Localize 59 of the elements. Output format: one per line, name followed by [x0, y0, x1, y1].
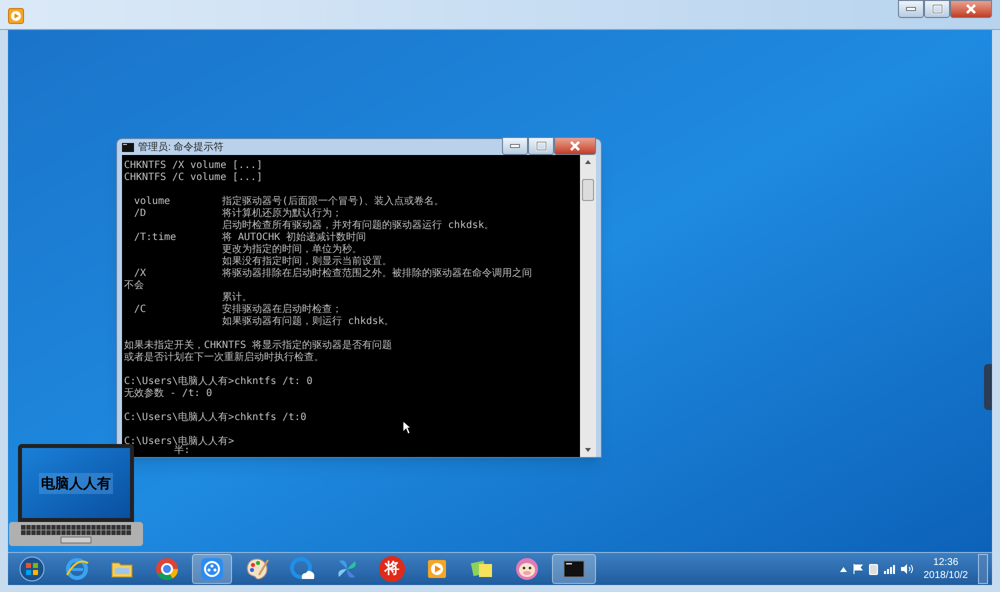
play-icon	[8, 8, 24, 24]
show-desktop-button[interactable]	[978, 554, 988, 584]
option-name: /D	[134, 208, 146, 219]
close-button[interactable]	[554, 137, 596, 155]
minimize-icon	[510, 144, 520, 148]
flag-icon[interactable]	[852, 564, 862, 574]
console-line: 不会	[124, 280, 144, 292]
console-line: CHKNTFS /C volume [...]	[124, 172, 262, 184]
signal-icon[interactable]	[884, 564, 894, 574]
option-description: 更改为指定的时间，单位为秒。	[222, 244, 362, 256]
phone-icon[interactable]	[868, 564, 878, 574]
console-line: 无效参数 - /t: 0	[124, 388, 212, 400]
minimize-button[interactable]	[502, 137, 528, 155]
window-title: 管理员: 命令提示符	[138, 140, 224, 154]
option-name: /X	[134, 268, 146, 279]
input-method-text: 半:	[174, 445, 190, 457]
video-app-icon	[198, 555, 226, 583]
taskbar-button[interactable]: 将	[379, 556, 405, 582]
console-icon	[122, 142, 134, 152]
option-description: 安排驱动器在启动时检查；	[222, 304, 342, 316]
option-name: /C	[134, 304, 146, 315]
console-line: C:\Users\电脑人人有>	[124, 436, 234, 447]
chrome-icon	[153, 555, 181, 583]
logo-text: 电脑人人有	[39, 472, 113, 494]
browser-icon	[63, 555, 91, 583]
mouse-cursor-icon	[402, 420, 412, 435]
maximize-icon	[932, 4, 942, 14]
speaker-icon[interactable]	[900, 564, 914, 574]
minimize-icon	[906, 7, 916, 11]
console-line: C:\Users\电脑人人有>chkntfs /t: 0	[124, 376, 312, 388]
minimize-button[interactable]	[898, 0, 924, 18]
option-description: 指定驱动器号(后面跟一个冒号)、装入点或卷名。	[222, 196, 444, 208]
cow-face-icon	[513, 555, 541, 583]
option-description: 将计算机还原为默认行为；	[222, 208, 342, 220]
option-description: 启动时检查所有驱动器，并对有问题的驱动器运行 chkdsk。	[222, 220, 494, 232]
close-button[interactable]	[950, 0, 992, 18]
console-line: C:\Users\电脑人人有>chkntfs /t:0	[124, 412, 306, 424]
maximize-icon	[536, 141, 546, 151]
option-description: 将 AUTOCHK 初始递减计数时间	[222, 232, 366, 244]
taskbar-button[interactable]	[552, 554, 596, 584]
close-icon	[570, 141, 580, 151]
scrollbar[interactable]	[580, 155, 596, 457]
scroll-thumb[interactable]	[582, 179, 594, 201]
option-description: 将驱动器排除在启动时检查范围之外。被排除的驱动器在命令调用之间	[222, 268, 532, 280]
clock-date[interactable]: 2018/10/2	[924, 569, 968, 582]
side-handle[interactable]	[984, 364, 992, 410]
option-description: 累计。	[222, 292, 252, 304]
option-description: 如果驱动器有问题，则运行 chkdsk。	[222, 316, 394, 328]
maximize-button[interactable]	[528, 137, 554, 155]
option-name: volume	[134, 196, 170, 207]
console-line: CHKNTFS /X volume [...]	[124, 160, 262, 172]
option-description: 如果没有指定时间，则显示当前设置。	[222, 256, 392, 268]
maximize-button[interactable]	[924, 0, 950, 18]
close-icon	[966, 4, 976, 14]
console-line: 如果未指定开关，CHKNTFS 将显示指定的驱动器是否有问题	[124, 340, 392, 352]
tray-up-arrow-icon[interactable]	[840, 566, 846, 572]
option-name: /T:time	[134, 232, 176, 243]
console-line: 或者是否计划在下一次重新启动时执行检查。	[124, 352, 324, 364]
clock-time[interactable]: 12:36	[933, 556, 958, 569]
